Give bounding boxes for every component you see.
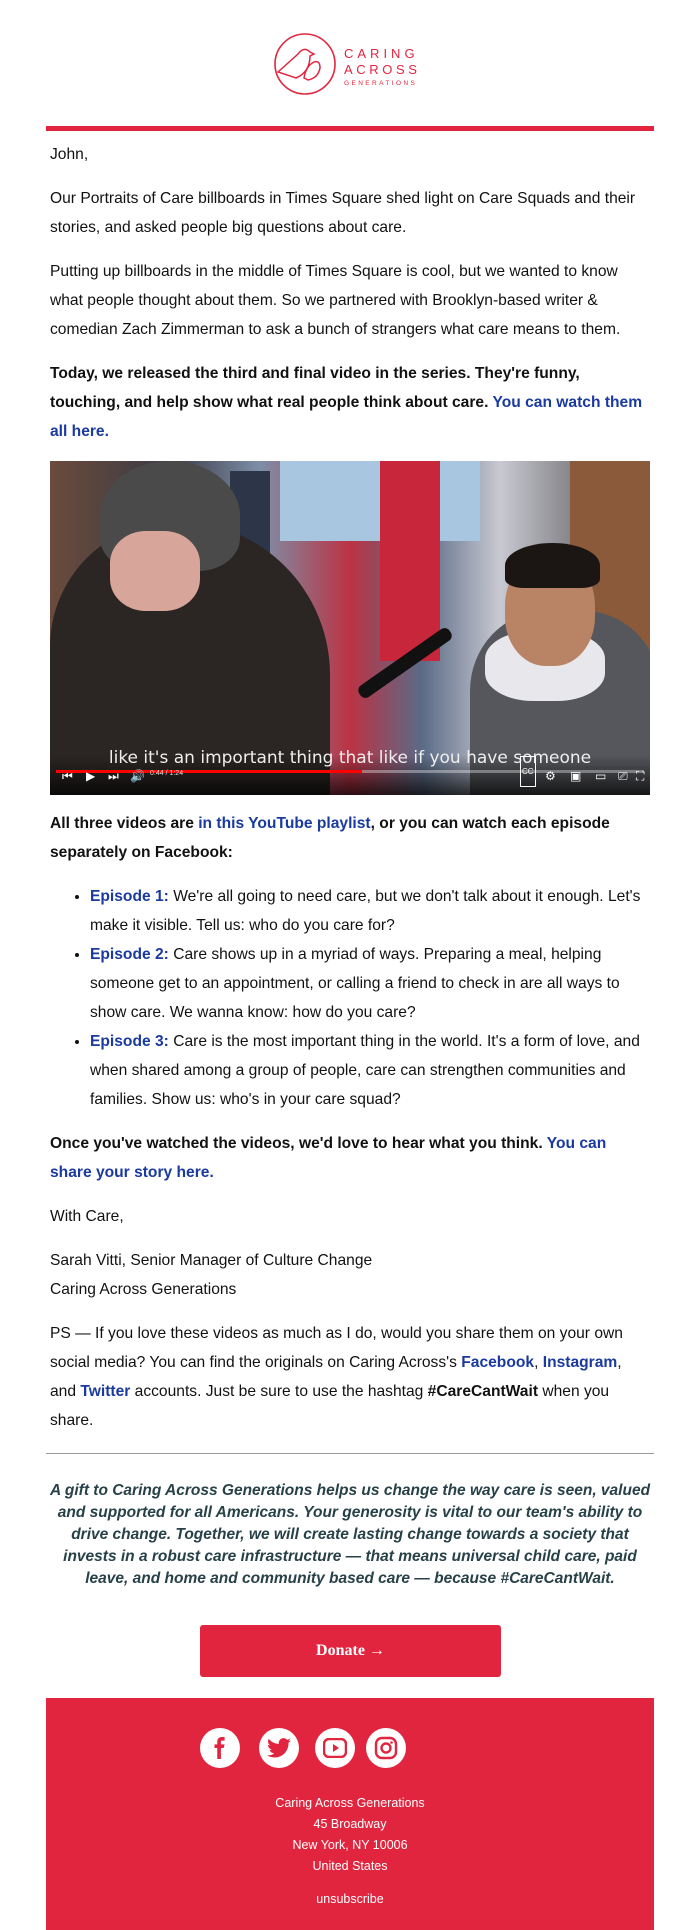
video-face (110, 531, 200, 611)
video-hair (505, 543, 600, 588)
hashtag: #CareCantWait (427, 1383, 539, 1400)
youtube-icon[interactable] (315, 1728, 355, 1768)
footer-street: 45 Broadway (313, 1817, 387, 1831)
paragraph-release: Today, we released the third and final v… (50, 359, 650, 446)
footer-city: New York, NY 10006 (292, 1838, 408, 1852)
logo[interactable]: CARING ACROSS GENERATIONS (274, 32, 434, 96)
playlist-text: All three videos are (50, 815, 199, 832)
footer: Caring Across Generations 45 Broadway Ne… (46, 1698, 654, 1930)
paragraph-intro: Our Portraits of Care billboards in Time… (50, 190, 636, 236)
settings-icon[interactable]: ⚙ (545, 762, 556, 791)
unsubscribe-link[interactable]: unsubscribe (46, 1892, 654, 1906)
donation-appeal: A gift to Caring Across Generations help… (49, 1482, 651, 1587)
signature: Sarah Vitti, Senior Manager of Culture C… (50, 1246, 650, 1304)
fullscreen-icon[interactable]: ⛶ (636, 762, 644, 791)
play-icon[interactable]: ▶ (86, 762, 95, 791)
list-item: Episode 1: We're all going to need care,… (90, 882, 650, 940)
paragraph-playlist: All three videos are in this YouTube pla… (50, 809, 650, 867)
ps-text: accounts. Just be sure to use the hashta… (130, 1383, 428, 1400)
episode-description: Care is the most important thing in the … (90, 1033, 640, 1108)
list-item: Episode 2: Care shows up in a myriad of … (90, 940, 650, 1027)
episode-2-link[interactable]: Episode 2: (90, 946, 169, 963)
video-billboard (380, 461, 440, 661)
header-divider (46, 126, 654, 131)
twitter-icon[interactable] (259, 1728, 299, 1768)
signoff: With Care, (50, 1208, 124, 1225)
signature-name: Sarah Vitti, Senior Manager of Culture C… (50, 1252, 373, 1269)
share-text: Once you've watched the videos, we'd lov… (50, 1135, 547, 1152)
twitter-link[interactable]: Twitter (80, 1383, 130, 1400)
episode-3-link[interactable]: Episode 3: (90, 1033, 169, 1050)
instagram-link[interactable]: Instagram (543, 1354, 618, 1371)
svg-text:ACROSS: ACROSS (344, 62, 421, 77)
donate-button[interactable]: Donate → (200, 1625, 501, 1677)
email-body: John, Our Portraits of Care billboards i… (50, 140, 650, 1450)
greeting: John, (50, 146, 89, 163)
episode-list: Episode 1: We're all going to need care,… (50, 882, 650, 1114)
episode-description: Care shows up in a myriad of ways. Prepa… (90, 946, 620, 1021)
previous-icon[interactable]: ⏮ (62, 762, 73, 791)
list-item: Episode 3: Care is the most important th… (90, 1027, 650, 1114)
paragraph-share: Once you've watched the videos, we'd lov… (50, 1129, 650, 1187)
bird-logo-icon: CARING ACROSS GENERATIONS (274, 33, 421, 95)
cast-icon[interactable]: ⎚ (618, 762, 628, 791)
instagram-icon[interactable] (366, 1728, 406, 1768)
video-time: 0:44 / 1:24 (150, 770, 184, 777)
facebook-link[interactable]: Facebook (461, 1354, 534, 1371)
footer-country: United States (312, 1859, 388, 1873)
volume-icon[interactable]: 🔊 (130, 762, 145, 791)
miniplayer-icon[interactable]: ▣ (570, 762, 581, 791)
facebook-icon[interactable] (200, 1728, 240, 1768)
next-icon[interactable]: ⏭ (108, 762, 119, 791)
paragraph-ps: PS — If you love these videos as much as… (50, 1319, 650, 1435)
ps-text: , (534, 1354, 543, 1371)
signature-org: Caring Across Generations (50, 1281, 237, 1298)
svg-text:GENERATIONS: GENERATIONS (344, 80, 417, 87)
episode-1-link[interactable]: Episode 1: (90, 888, 169, 905)
video-progress-fill (56, 770, 362, 773)
playlist-link[interactable]: in this YouTube playlist (198, 815, 370, 832)
episode-description: We're all going to need care, but we don… (90, 888, 641, 934)
captions-icon[interactable]: CC (520, 756, 536, 787)
video-player[interactable]: like it's an important thing that like i… (50, 461, 650, 795)
theater-icon[interactable]: ▭ (595, 762, 606, 791)
section-divider (46, 1453, 654, 1454)
svg-text:CARING: CARING (344, 46, 419, 61)
paragraph-partnership: Putting up billboards in the middle of T… (50, 263, 621, 338)
footer-org: Caring Across Generations (275, 1796, 425, 1810)
